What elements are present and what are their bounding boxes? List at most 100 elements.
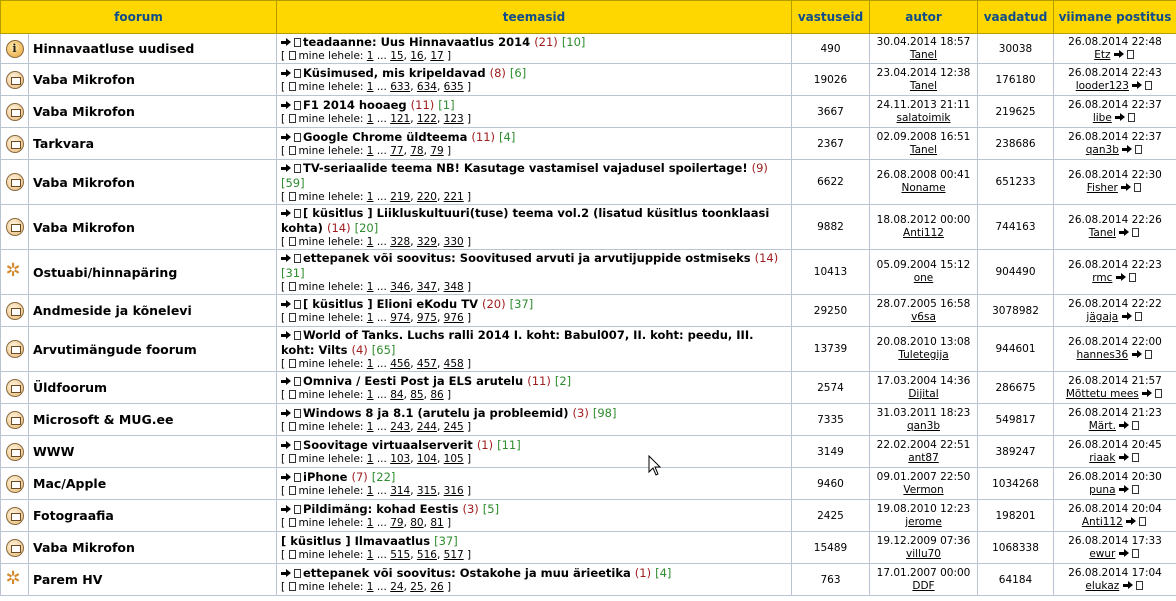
page-link[interactable]: 24 bbox=[390, 581, 403, 593]
topic-title[interactable]: Küsimused, mis kripeldavad bbox=[303, 66, 486, 80]
page-link[interactable]: 245 bbox=[444, 421, 464, 433]
forum-name[interactable]: Tarkvara bbox=[28, 127, 277, 160]
page-link[interactable]: 1 bbox=[367, 236, 374, 248]
page-link[interactable]: 78 bbox=[410, 145, 423, 157]
page-link[interactable]: 635 bbox=[444, 81, 464, 93]
page-link[interactable]: 1 bbox=[367, 358, 374, 370]
author-link[interactable]: Tanel bbox=[870, 144, 977, 157]
goto-last-post-icon[interactable] bbox=[1115, 273, 1127, 282]
forum-name[interactable]: Mac/Apple bbox=[28, 467, 277, 500]
author-link[interactable]: qan3b bbox=[870, 420, 977, 433]
last-post-user[interactable]: Anti112 bbox=[1082, 516, 1123, 528]
new-post-arrow-icon[interactable] bbox=[281, 441, 292, 450]
topic-title[interactable]: ettepanek või soovitus: Soovitused arvut… bbox=[303, 251, 751, 265]
goto-last-post-icon[interactable] bbox=[1142, 388, 1153, 398]
page-link[interactable]: 634 bbox=[417, 81, 437, 93]
forum-name[interactable]: Arvutimängude foorum bbox=[28, 326, 277, 372]
last-post-user[interactable]: puna bbox=[1089, 484, 1115, 496]
page-link[interactable]: 244 bbox=[417, 421, 437, 433]
author-link[interactable]: Anti112 bbox=[870, 227, 977, 240]
page-link[interactable]: 84 bbox=[390, 389, 403, 401]
last-post-user[interactable]: riaak bbox=[1089, 452, 1115, 464]
new-post-arrow-icon[interactable] bbox=[281, 209, 292, 218]
page-link[interactable]: 1 bbox=[367, 191, 374, 203]
page-link[interactable]: 77 bbox=[390, 145, 403, 157]
goto-last-post-icon[interactable] bbox=[1121, 311, 1133, 321]
new-post-arrow-icon[interactable] bbox=[281, 569, 292, 578]
new-post-arrow-icon[interactable] bbox=[281, 300, 292, 309]
topic-title[interactable]: [ küsitlus ] Ilmavaatlus bbox=[281, 534, 430, 548]
last-post-user[interactable]: Tanel bbox=[1089, 227, 1116, 239]
goto-last-post-icon[interactable] bbox=[1122, 144, 1133, 154]
page-link[interactable]: 457 bbox=[417, 358, 437, 370]
page-link[interactable]: 330 bbox=[444, 236, 464, 248]
last-post-user[interactable]: jägaja bbox=[1086, 311, 1118, 323]
page-link[interactable]: 1 bbox=[367, 549, 374, 561]
page-link[interactable]: 1 bbox=[367, 581, 374, 593]
last-post-user[interactable]: Fisher bbox=[1087, 182, 1118, 194]
new-post-arrow-icon[interactable] bbox=[281, 377, 292, 386]
page-link[interactable]: 314 bbox=[390, 485, 410, 497]
forum-name[interactable]: Andmeside ja kõnelevi bbox=[28, 294, 277, 327]
forum-name[interactable]: Fotograafia bbox=[28, 499, 277, 532]
goto-last-post-icon[interactable] bbox=[1119, 228, 1130, 237]
author-link[interactable]: Tanel bbox=[870, 80, 977, 93]
page-link[interactable]: 1 bbox=[367, 485, 374, 497]
page-link[interactable]: 328 bbox=[390, 236, 410, 248]
page-link[interactable]: 26 bbox=[430, 581, 443, 593]
last-post-user[interactable]: rmc bbox=[1092, 272, 1112, 284]
page-link[interactable]: 515 bbox=[390, 549, 410, 561]
goto-last-post-icon[interactable] bbox=[1122, 580, 1134, 590]
forum-name[interactable]: Vaba Mikrofon bbox=[28, 159, 277, 205]
page-link[interactable]: 17 bbox=[430, 50, 443, 62]
page-link[interactable]: 121 bbox=[390, 113, 410, 125]
page-link[interactable]: 103 bbox=[390, 453, 410, 465]
page-link[interactable]: 25 bbox=[410, 581, 423, 593]
page-link[interactable]: 86 bbox=[430, 389, 443, 401]
new-post-arrow-icon[interactable] bbox=[281, 38, 292, 47]
topic-title[interactable]: [ küsitlus ] Elioni eKodu TV bbox=[303, 297, 478, 311]
forum-name[interactable]: Ostuabi/hinnapäring bbox=[28, 249, 277, 295]
author-link[interactable]: DDF bbox=[870, 580, 977, 593]
page-link[interactable]: 16 bbox=[410, 50, 423, 62]
header-last-post[interactable]: viimane postitus bbox=[1053, 0, 1176, 34]
page-link[interactable]: 347 bbox=[417, 281, 437, 293]
header-forum[interactable]: foorum bbox=[0, 0, 277, 34]
author-link[interactable]: v6sa bbox=[870, 311, 977, 324]
page-link[interactable]: 1 bbox=[367, 517, 374, 529]
topic-title[interactable]: Soovitage virtuaalserverit bbox=[303, 438, 473, 452]
page-link[interactable]: 219 bbox=[390, 191, 410, 203]
header-author[interactable]: autor bbox=[869, 0, 978, 34]
page-link[interactable]: 122 bbox=[417, 113, 437, 125]
page-link[interactable]: 1 bbox=[367, 281, 374, 293]
new-post-arrow-icon[interactable] bbox=[281, 164, 292, 173]
page-link[interactable]: 976 bbox=[444, 312, 464, 324]
topic-title[interactable]: iPhone bbox=[303, 470, 347, 484]
author-link[interactable]: Tuletegija bbox=[870, 349, 977, 362]
page-link[interactable]: 80 bbox=[410, 517, 423, 529]
header-topics[interactable]: teemasid bbox=[276, 0, 792, 34]
forum-name[interactable]: Hinnavaatluse uudised bbox=[28, 33, 277, 64]
page-link[interactable]: 329 bbox=[417, 236, 437, 248]
forum-name[interactable]: Vaba Mikrofon bbox=[28, 204, 277, 250]
goto-last-post-icon[interactable] bbox=[1131, 350, 1143, 359]
topic-title[interactable]: Google Chrome üldteema bbox=[303, 130, 467, 144]
last-post-user[interactable]: elukaz bbox=[1085, 580, 1119, 592]
page-link[interactable]: 1 bbox=[367, 50, 374, 62]
last-post-user[interactable]: libe bbox=[1093, 112, 1112, 124]
goto-last-post-icon[interactable] bbox=[1132, 80, 1143, 90]
page-link[interactable]: 85 bbox=[410, 389, 423, 401]
page-link[interactable]: 348 bbox=[444, 281, 464, 293]
page-link[interactable]: 316 bbox=[444, 485, 464, 497]
goto-last-post-icon[interactable] bbox=[1118, 484, 1130, 494]
page-link[interactable]: 346 bbox=[390, 281, 410, 293]
last-post-user[interactable]: hannes36 bbox=[1076, 349, 1128, 361]
page-link[interactable]: 1 bbox=[367, 421, 374, 433]
goto-last-post-icon[interactable] bbox=[1118, 452, 1130, 462]
forum-name[interactable]: Vaba Mikrofon bbox=[28, 63, 277, 96]
author-link[interactable]: Dijital bbox=[870, 388, 977, 401]
last-post-user[interactable]: qan3b bbox=[1086, 144, 1119, 156]
new-post-arrow-icon[interactable] bbox=[281, 473, 292, 482]
forum-name[interactable]: Vaba Mikrofon bbox=[28, 95, 277, 128]
forum-name[interactable]: Vaba Mikrofon bbox=[28, 531, 277, 564]
